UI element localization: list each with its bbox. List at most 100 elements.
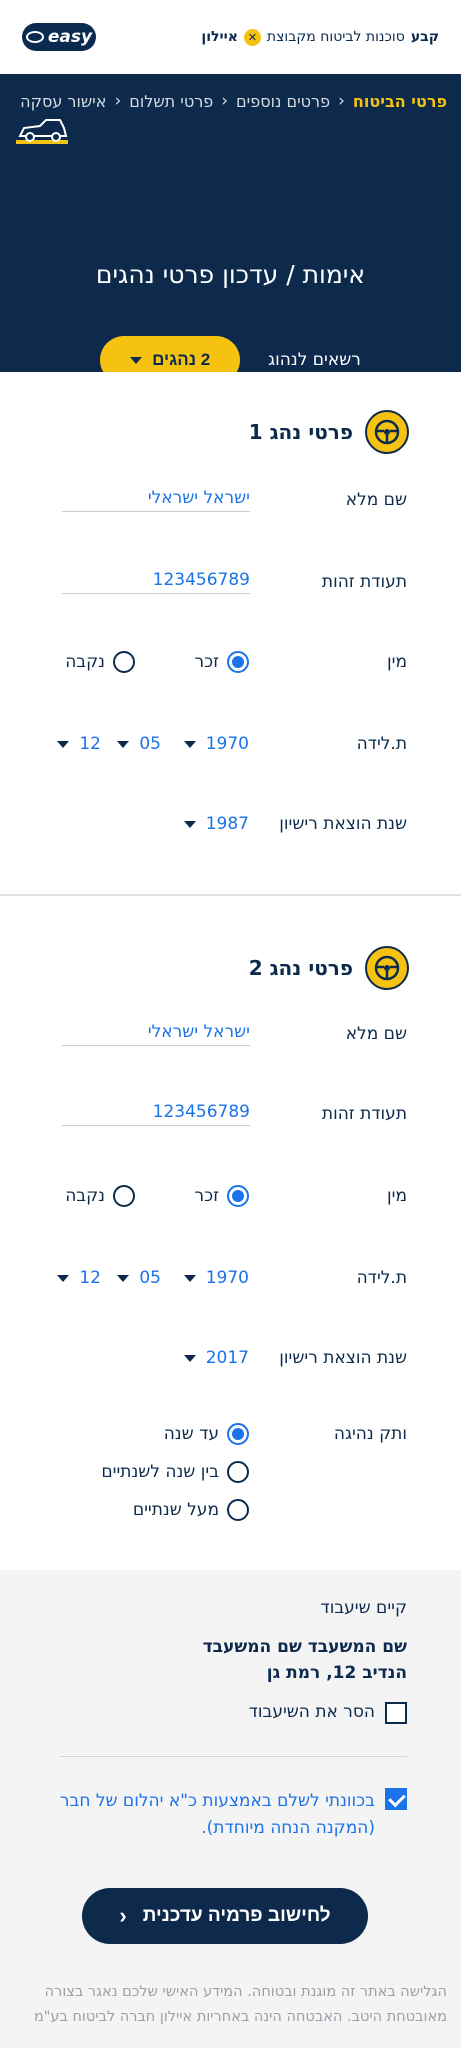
full-name-input[interactable]: ישראל ישראלי (62, 488, 250, 512)
driver-1-header: פרטי נהג 1 (197, 410, 461, 454)
id-number-row: תעודת זהות 123456789 (0, 1094, 461, 1134)
driver-1-section: פרטי נהג 1 שם מלא ישראל ישראלי תעודת זהו… (0, 372, 461, 896)
payment-consent-checkbox[interactable]: בכוונתי לשלם באמצעות כ"א יהלום של חבר (ה… (40, 1788, 407, 1842)
gender-male-radio[interactable]: זכר (195, 651, 249, 673)
gender-male-label: זכר (194, 652, 219, 672)
gender-male-radio[interactable]: זכר (195, 1185, 249, 1207)
easy-logo-text: easy (47, 27, 93, 47)
gender-female-radio[interactable]: נקבה (65, 1185, 135, 1207)
brand-prefix: קבע (410, 29, 439, 45)
breadcrumb-confirm-deal[interactable]: אישור עסקה (20, 92, 106, 111)
kevah-brand: קבע סוכנות לביטוח מקבוצת ✕ איילון (201, 28, 439, 46)
remove-lien-label: הסר את השיעבוד (248, 1702, 375, 1722)
breadcrumb-payment-details[interactable]: פרטי תשלום (129, 92, 213, 111)
license-year-select[interactable]: 2017 (183, 1348, 249, 1368)
birth-day-select[interactable]: 12 (57, 1268, 101, 1288)
disclaimer-line-2: מאובטחת היטב. האבטחה הינה באחריות איילון… (33, 2009, 447, 2026)
gender-female-label: נקבה (65, 1186, 105, 1206)
license-year-row: שנת הוצאת רישיון 2017 (0, 1338, 461, 1378)
lender-name: שם המשעבד שם המשעבד (202, 1637, 407, 1657)
birth-month-select[interactable]: 05 (117, 734, 161, 754)
calculate-premium-button[interactable]: לחישוב פרמיה עדכנית ‹ (82, 1888, 368, 1944)
seniority-option-1-label: עד שנה (163, 1424, 219, 1444)
gender-female-radio[interactable]: נקבה (65, 651, 135, 673)
license-year-value: 1987 (205, 814, 249, 834)
caret-down-icon (183, 1274, 196, 1282)
full-name-row: שם מלא ישראל ישראלי (0, 480, 461, 520)
driver-2-title: פרטי נהג 2 (248, 956, 353, 980)
breadcrumb-insurance-details[interactable]: פרטי הביטוח (353, 92, 447, 111)
seniority-label: ותק נהיגה (333, 1424, 407, 1444)
full-name-input[interactable]: ישראל ישראלי (62, 1022, 250, 1046)
panel-divider (60, 1756, 407, 1757)
birth-year-select[interactable]: 1970 (183, 1268, 249, 1288)
seniority-option-3-radio[interactable]: מעל שנתיים (133, 1499, 249, 1521)
id-number-label: תעודת זהות (321, 572, 407, 592)
id-number-input[interactable]: 123456789 (62, 1102, 250, 1126)
seniority-option-2-label: בין שנה לשנתיים (101, 1462, 219, 1482)
brand-text: סוכנות לביטוח מקבוצת (266, 29, 405, 45)
radio-checked-icon (227, 1185, 249, 1207)
birth-year-value: 1970 (205, 1268, 249, 1288)
birth-year-select[interactable]: 1970 (183, 734, 249, 754)
breadcrumb-additional-details[interactable]: פרטים נוספים (236, 92, 330, 111)
disclaimer-line-1: הגלישה באתר זה מוגנת ובטוחה. המידע האישי… (44, 1984, 447, 2000)
seniority-row: ותק נהיגה עד שנה (0, 1414, 461, 1454)
allowed-drivers-label: רשאים לנהוג (268, 350, 361, 370)
caret-down-icon (183, 740, 196, 748)
seniority-option-1-radio[interactable]: עד שנה (164, 1423, 249, 1445)
caret-down-icon (130, 356, 143, 364)
gender-label: מין (387, 652, 407, 672)
radio-unchecked-icon (113, 1185, 135, 1207)
payment-consent-line-1: בכוונתי לשלם באמצעות כ"א יהלום של חבר (59, 1791, 375, 1811)
top-bar: קבע סוכנות לביטוח מקבוצת ✕ איילון easy (0, 0, 461, 74)
gender-female-label: נקבה (65, 652, 105, 672)
easy-swirl-icon (25, 31, 44, 43)
checkbox-unchecked-icon (385, 1702, 407, 1724)
birth-year-value: 1970 (205, 734, 249, 754)
gender-row: מין זכר נקבה (0, 642, 461, 682)
id-number-input[interactable]: 123456789 (62, 570, 250, 594)
birth-month-value: 05 (139, 734, 161, 754)
seniority-option-2-radio[interactable]: בין שנה לשנתיים (101, 1461, 249, 1483)
birth-date-row: ת.לידה 1970 05 12 (0, 1258, 461, 1298)
easy-logo[interactable]: easy (22, 23, 96, 51)
remove-lien-checkbox[interactable]: הסר את השיעבוד (249, 1702, 407, 1724)
license-year-label: שנת הוצאת רישיון (279, 814, 407, 834)
lender-address: הנדיב 12, רמת גן (266, 1663, 407, 1684)
security-disclaimer: הגלישה באתר זה מוגנת ובטוחה. המידע האישי… (18, 1980, 447, 2031)
radio-unchecked-icon (227, 1499, 249, 1521)
steering-wheel-icon (365, 946, 409, 990)
car-icon (16, 119, 68, 144)
lender-details: שם המשעבד שם המשעבד הנדיב 12, רמת גן (203, 1634, 407, 1687)
calculate-premium-label: לחישוב פרמיה עדכנית (142, 1905, 331, 1926)
birth-day-value: 12 (79, 734, 101, 754)
radio-unchecked-icon (227, 1461, 249, 1483)
birth-day-value: 12 (79, 1268, 101, 1288)
birth-month-select[interactable]: 05 (117, 1268, 161, 1288)
radio-checked-icon (227, 1423, 249, 1445)
caret-down-icon (117, 1274, 130, 1282)
steering-wheel-icon (365, 410, 409, 454)
gender-row: מין זכר נקבה (0, 1176, 461, 1216)
birth-day-select[interactable]: 12 (57, 734, 101, 754)
radio-checked-icon (227, 651, 249, 673)
chevron-left-icon: ‹ (221, 91, 229, 111)
caret-down-icon (57, 1274, 70, 1282)
license-year-value: 2017 (205, 1348, 249, 1368)
id-number-row: תעודת זהות 123456789 (0, 562, 461, 602)
license-year-select[interactable]: 1987 (183, 814, 249, 834)
birth-month-value: 05 (139, 1268, 161, 1288)
birth-date-label: ת.לידה (356, 1268, 407, 1288)
payment-consent-line-2: (המקנה הנחה מיוחדת). (201, 1818, 375, 1839)
seniority-option-3-label: מעל שנתיים (132, 1500, 219, 1520)
license-year-label: שנת הוצאת רישיון (279, 1348, 407, 1368)
chevron-left-icon: ‹ (114, 91, 122, 111)
drivers-count-value: 2 נהגים (152, 350, 211, 369)
lien-label: קיים שיעבוד (320, 1598, 407, 1618)
ayalon-logo-icon: ✕ (243, 28, 261, 46)
lien-payment-panel: קיים שיעבוד שם המשעבד שם המשעבד הנדיב 12… (0, 1570, 461, 2048)
caret-down-icon (183, 820, 196, 828)
caret-down-icon (183, 1354, 196, 1362)
full-name-label: שם מלא (345, 1024, 407, 1044)
